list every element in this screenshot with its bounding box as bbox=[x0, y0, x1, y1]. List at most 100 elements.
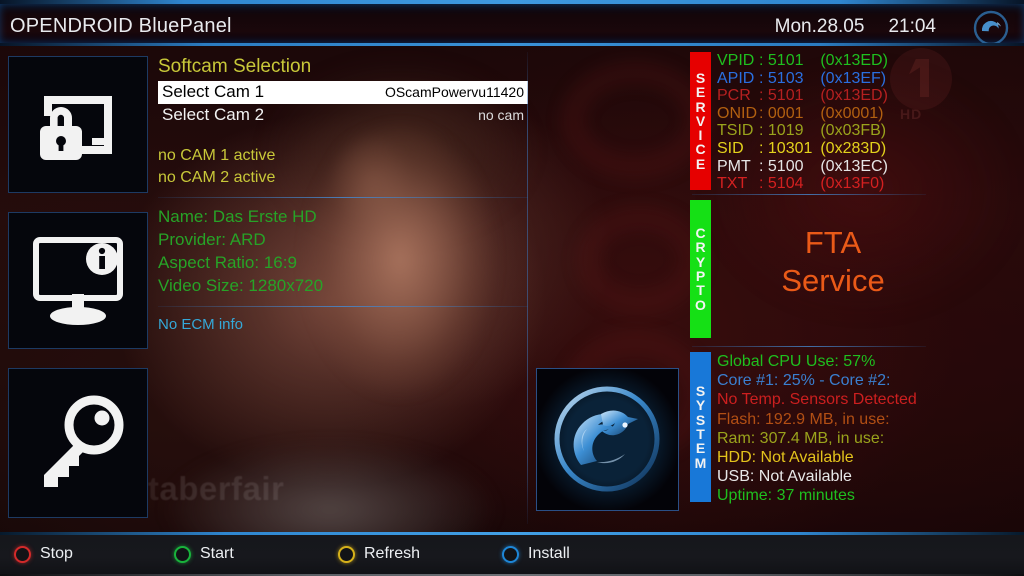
pid-hex: (0x13ED) bbox=[815, 52, 888, 69]
tape-char: S bbox=[695, 383, 706, 400]
crypto-state: FTA Service bbox=[738, 224, 928, 300]
pid-hex: (0x13EF) bbox=[815, 69, 887, 87]
crypto-panel: CRYPTO FTA Service bbox=[690, 200, 928, 342]
system-stat-row: Uptime: 37 minutes bbox=[717, 487, 855, 505]
tape-char: E bbox=[695, 155, 706, 172]
service-pid-list: VPID: 5101 (0x13ED) APID: 5103 (0x13EF) PC… bbox=[717, 52, 928, 192]
select-cam-1-label: Select Cam 1 bbox=[162, 82, 265, 101]
refresh-button[interactable]: Refresh bbox=[338, 545, 420, 563]
select-cam-2-row[interactable]: Select Cam 2 no cam bbox=[158, 104, 528, 127]
pid-value: 5100 bbox=[767, 157, 804, 175]
eagle-logo bbox=[536, 368, 679, 511]
system-stat-row: Global CPU Use: 57% bbox=[717, 353, 876, 370]
pid-separator: : bbox=[759, 87, 768, 105]
watermark-bright-part: aberfair bbox=[159, 470, 285, 507]
pid-key: TSID bbox=[717, 122, 754, 140]
pid-key: PMT bbox=[717, 157, 751, 175]
panel-divider bbox=[692, 194, 926, 195]
pid-key: PCR bbox=[717, 87, 751, 105]
system-stat-row: HDD: Not Available bbox=[717, 449, 854, 467]
system-panel: SYSTEM Global CPU Use: 57% Core #1: 25% -… bbox=[690, 352, 928, 510]
panel-divider bbox=[692, 346, 926, 347]
service-pid-row: PMT: 5100 (0x13EC) bbox=[717, 158, 928, 176]
eagle-emblem-icon bbox=[972, 9, 1010, 47]
clock-time: 21:04 bbox=[888, 16, 936, 37]
pid-value: 0001 bbox=[767, 104, 804, 122]
service-pid-row: APID: 5103 (0x13EF) bbox=[717, 70, 928, 88]
tape-char: O bbox=[695, 296, 706, 313]
service-tape-label: SERVICE bbox=[690, 52, 711, 190]
tape-char: Y bbox=[695, 253, 706, 270]
pid-key: SID bbox=[717, 139, 744, 157]
start-button[interactable]: Start bbox=[174, 545, 234, 563]
tape-char: M bbox=[694, 454, 707, 471]
pid-hex: (0x0001) bbox=[815, 104, 884, 122]
crypto-state-line2: Service bbox=[781, 263, 885, 298]
pid-separator: : bbox=[759, 139, 768, 157]
tape-char: T bbox=[696, 282, 705, 299]
system-stat-row: USB: Not Available bbox=[717, 468, 852, 486]
system-stat-list: Global CPU Use: 57% Core #1: 25% - Core #… bbox=[717, 352, 928, 506]
pid-hex: (0x13EC) bbox=[815, 157, 888, 175]
start-button-label: Start bbox=[200, 545, 234, 562]
select-cam-1-row[interactable]: Select Cam 1 OScamPowervu11420 bbox=[158, 81, 528, 104]
service-videosize-line: Video Size: 1280x720 bbox=[158, 276, 324, 295]
system-stat-row: No Temp. Sensors Detected bbox=[717, 391, 917, 409]
service-pid-row: SID: 10301 (0x283D) bbox=[717, 140, 928, 158]
service-pid-row: VPID: 5101 (0x13ED) bbox=[717, 52, 928, 70]
pid-separator: : bbox=[759, 104, 768, 122]
section-divider bbox=[158, 306, 528, 307]
pid-value: 5104 bbox=[767, 175, 804, 192]
ecm-info: No ECM info bbox=[158, 316, 244, 333]
background-ring bbox=[575, 205, 705, 315]
clock: Mon.28.05 21:04 bbox=[775, 16, 936, 38]
section-divider bbox=[158, 197, 528, 198]
pid-value: 1019 bbox=[767, 122, 804, 140]
tape-char: Y bbox=[695, 397, 706, 414]
stop-button[interactable]: Stop bbox=[14, 545, 73, 563]
bluepanel-screen: hartaberfair HD OPENDROID BluePanel Mon.… bbox=[0, 0, 1024, 576]
crypto-state-line1: FTA bbox=[804, 225, 862, 260]
blue-dot-icon bbox=[502, 545, 519, 563]
tape-char: C bbox=[695, 141, 706, 158]
pid-separator: : bbox=[759, 52, 768, 69]
tape-char: E bbox=[695, 440, 706, 457]
service-pid-row: TSID: 1019 (0x03FB) bbox=[717, 122, 928, 140]
red-dot-icon bbox=[14, 545, 31, 563]
refresh-button-label: Refresh bbox=[364, 545, 421, 562]
select-cam-1-value: OScamPowervu11420 bbox=[384, 84, 524, 100]
pid-value: 5101 bbox=[767, 87, 804, 105]
pid-hex: (0x283D) bbox=[815, 139, 887, 157]
softcam-section-title: Softcam Selection bbox=[158, 56, 312, 77]
pid-value: 5101 bbox=[767, 52, 804, 69]
cam-1-status: no CAM 1 active bbox=[158, 147, 276, 164]
pid-separator: : bbox=[759, 122, 768, 140]
pid-separator: : bbox=[759, 175, 768, 192]
pid-value: 5103 bbox=[767, 69, 804, 87]
stop-button-label: Stop bbox=[40, 545, 73, 562]
tape-char: R bbox=[695, 239, 706, 256]
system-stat-row: Ram: 307.4 MB, in use: bbox=[717, 429, 885, 447]
pid-key: APID bbox=[717, 69, 755, 87]
background-ring bbox=[560, 60, 710, 180]
key-icon[interactable] bbox=[8, 368, 148, 518]
tape-char: S bbox=[695, 70, 706, 87]
service-provider-line: Provider: ARD bbox=[158, 230, 266, 249]
tape-char: P bbox=[695, 268, 706, 284]
install-button[interactable]: Install bbox=[502, 545, 570, 563]
pid-value: 10301 bbox=[767, 139, 813, 157]
vertical-divider bbox=[527, 52, 528, 524]
clock-date: Mon.28.05 bbox=[774, 16, 865, 37]
service-pid-row: TXT: 5104 (0x13F0) bbox=[717, 175, 928, 192]
pid-hex: (0x13F0) bbox=[815, 175, 885, 192]
tape-char: E bbox=[695, 84, 706, 101]
system-tape-label: SYSTEM bbox=[690, 352, 711, 502]
pid-hex: (0x03FB) bbox=[815, 122, 887, 140]
tape-char: I bbox=[698, 127, 703, 144]
system-stat-row: Flash: 192.9 MB, in use: bbox=[717, 410, 890, 428]
softcam-lock-icon[interactable] bbox=[8, 56, 148, 193]
service-aspect-line: Aspect Ratio: 16:9 bbox=[158, 253, 297, 272]
page-title: OPENDROID BluePanel bbox=[10, 15, 232, 37]
service-info-icon[interactable] bbox=[8, 212, 148, 349]
center-column: Softcam Selection Select Cam 1 OScamPowe… bbox=[158, 56, 528, 333]
